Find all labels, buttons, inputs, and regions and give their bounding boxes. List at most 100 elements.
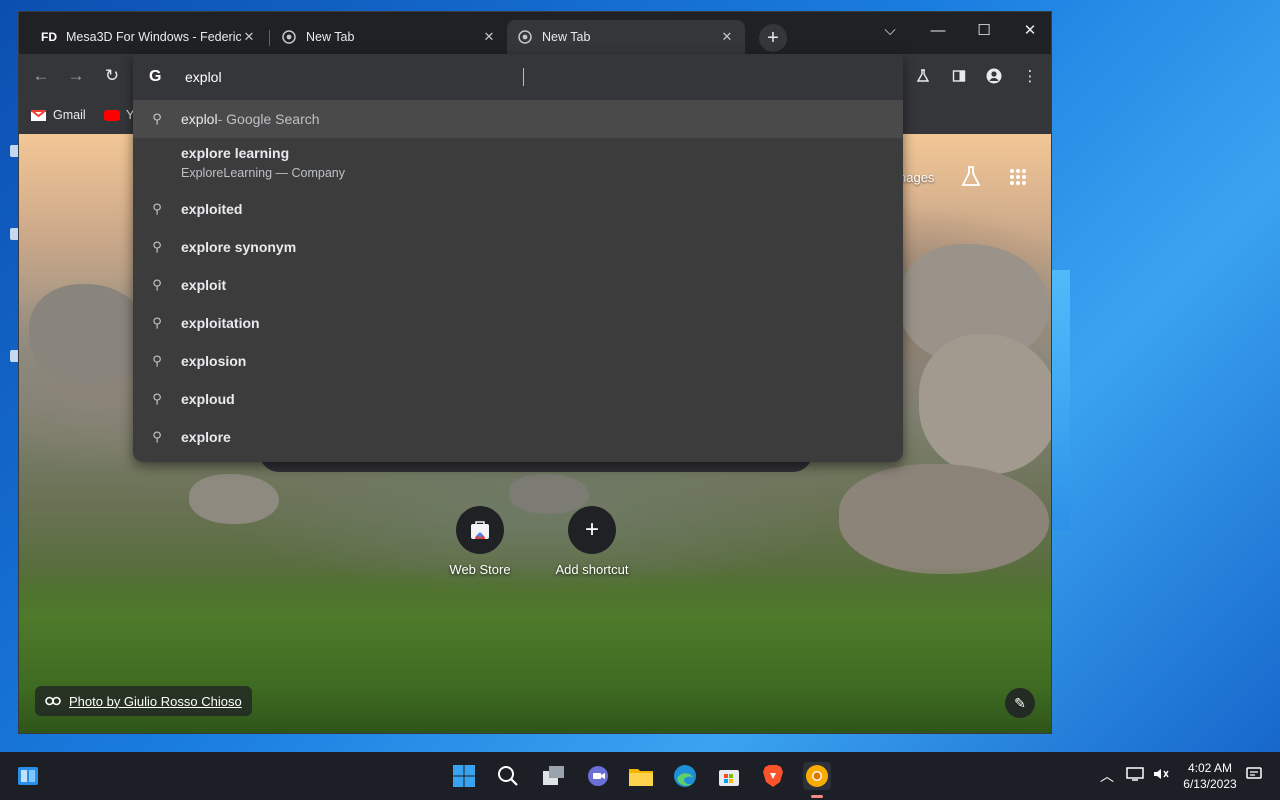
widgets-icon[interactable] bbox=[14, 762, 42, 790]
link-icon bbox=[45, 694, 61, 709]
tab-separator bbox=[269, 30, 270, 46]
menu-icon[interactable]: ⋮ bbox=[1018, 64, 1042, 88]
google-g-icon: G bbox=[149, 68, 162, 85]
rock-decor bbox=[839, 464, 1049, 574]
search-icon: ⚲ bbox=[152, 353, 162, 368]
notification-icon[interactable] bbox=[1246, 766, 1262, 785]
labs-flask-icon[interactable] bbox=[961, 166, 981, 193]
file-explorer-icon[interactable] bbox=[627, 762, 655, 790]
microsoft-store-icon[interactable] bbox=[715, 762, 743, 790]
forward-button[interactable]: → bbox=[64, 64, 88, 88]
gmail-icon bbox=[31, 109, 46, 121]
tab-strip: FD Mesa3D For Windows - Federico D ✕ New… bbox=[19, 12, 1051, 54]
chevron-up-icon[interactable]: ︿ bbox=[1100, 766, 1114, 786]
rock-decor bbox=[189, 474, 279, 524]
suggestion-subtitle: ExploreLearning — Company bbox=[181, 166, 345, 180]
search-icon: ⚲ bbox=[152, 429, 162, 444]
suggestion-text: explore synonym bbox=[181, 239, 297, 255]
suggestion-item[interactable]: ⚲ explore synonym bbox=[133, 228, 903, 266]
omnibox-input-row[interactable]: G explol bbox=[133, 54, 903, 100]
brave-browser-icon[interactable] bbox=[759, 762, 787, 790]
suggestion-text: explosion bbox=[181, 353, 247, 369]
profile-icon[interactable] bbox=[982, 64, 1006, 88]
suggestion-text: exploitation bbox=[181, 315, 260, 331]
clock-date: 6/13/2023 bbox=[1183, 777, 1237, 791]
system-clock[interactable]: 4:02 AM 6/13/2023 bbox=[1180, 760, 1240, 792]
web-store-icon bbox=[456, 506, 504, 554]
suggestion-google-search[interactable]: ⚲ explol - Google Search bbox=[133, 100, 903, 138]
start-windows-icon[interactable] bbox=[450, 762, 478, 790]
maximize-button[interactable]: ☐ bbox=[961, 16, 1007, 44]
suggestion-item[interactable]: ⚲ explosion bbox=[133, 342, 903, 380]
images-link[interactable]: nages bbox=[899, 170, 934, 185]
flask-icon[interactable] bbox=[911, 64, 935, 88]
suggestion-text: explol bbox=[181, 111, 218, 127]
tab-new-tab-1[interactable]: New Tab ✕ bbox=[271, 20, 507, 54]
explorelearning-logo-icon bbox=[133, 145, 181, 160]
task-view-icon[interactable] bbox=[540, 762, 568, 790]
tab-search-chevron-icon[interactable]: ⌵ bbox=[867, 16, 913, 44]
search-icon: ⚲ bbox=[152, 315, 162, 330]
side-panel-icon[interactable] bbox=[947, 64, 971, 88]
desktop-accent bbox=[1050, 270, 1070, 530]
photo-credit-link[interactable]: Photo by Giulio Rosso Chioso bbox=[35, 686, 252, 716]
apps-grid-icon[interactable] bbox=[1009, 168, 1027, 191]
suggestion-explore-learning[interactable]: explore learning ExploreLearning — Compa… bbox=[133, 138, 903, 190]
search-icon: ⚲ bbox=[152, 391, 162, 406]
chrome-icon bbox=[281, 29, 297, 45]
browser-window: FD Mesa3D For Windows - Federico D ✕ New… bbox=[18, 11, 1052, 734]
suggestion-item[interactable]: ⚲ exploited bbox=[133, 190, 903, 228]
text-cursor-icon bbox=[523, 68, 524, 86]
suggestion-text: exploud bbox=[181, 391, 235, 407]
taskbar: ︿ 4:02 AM 6/13/2023 bbox=[0, 752, 1280, 800]
suggestion-text: explore learning bbox=[181, 145, 290, 161]
suggestion-suffix: - Google Search bbox=[217, 111, 320, 127]
suggestion-item[interactable]: ⚲ explore bbox=[133, 418, 903, 456]
close-window-button[interactable]: ✕ bbox=[1007, 16, 1051, 44]
reload-button[interactable]: ↻ bbox=[100, 64, 124, 88]
bookmark-gmail[interactable]: Gmail bbox=[31, 108, 86, 122]
rock-decor bbox=[919, 334, 1051, 474]
bookmark-youtube[interactable]: Y bbox=[104, 108, 134, 122]
omnibox-input[interactable]: explol bbox=[185, 69, 222, 85]
search-icon[interactable] bbox=[494, 762, 522, 790]
volume-muted-icon[interactable] bbox=[1152, 766, 1170, 785]
tab-title: New Tab bbox=[542, 30, 591, 44]
teams-chat-icon[interactable] bbox=[584, 762, 612, 790]
back-button[interactable]: ← bbox=[29, 64, 53, 88]
search-icon: ⚲ bbox=[152, 201, 162, 216]
suggestion-item[interactable]: ⚲ exploit bbox=[133, 266, 903, 304]
suggestion-item[interactable]: ⚲ exploitation bbox=[133, 304, 903, 342]
suggestion-item[interactable]: ⚲ exploud bbox=[133, 380, 903, 418]
tab-title: New Tab bbox=[306, 30, 355, 44]
tab-mesa3d[interactable]: FD Mesa3D For Windows - Federico D ✕ bbox=[31, 20, 267, 54]
suggestion-text: explore bbox=[181, 429, 231, 445]
shortcut-web-store[interactable]: Web Store bbox=[435, 506, 525, 577]
tab-close-icon[interactable]: ✕ bbox=[241, 29, 257, 45]
tab-close-icon[interactable]: ✕ bbox=[719, 29, 735, 45]
shortcut-label: Web Store bbox=[449, 562, 511, 577]
suggestion-text: exploited bbox=[181, 201, 243, 217]
network-icon[interactable] bbox=[1126, 766, 1144, 785]
suggestion-text: exploit bbox=[181, 277, 227, 293]
tab-new-tab-2[interactable]: New Tab ✕ bbox=[507, 20, 745, 54]
search-icon: ⚲ bbox=[152, 277, 162, 292]
search-icon: ⚲ bbox=[152, 239, 162, 254]
bookmark-label: Gmail bbox=[53, 108, 86, 122]
youtube-icon bbox=[104, 109, 120, 121]
running-indicator bbox=[811, 795, 823, 798]
shortcut-add[interactable]: + Add shortcut bbox=[547, 506, 637, 577]
tab-title: Mesa3D For Windows - Federico D bbox=[66, 30, 241, 44]
chrome-icon bbox=[517, 29, 533, 45]
photo-credit-text: Photo by Giulio Rosso Chioso bbox=[69, 693, 242, 709]
customize-pencil-icon[interactable]: ✎ bbox=[1005, 688, 1035, 718]
rock-decor bbox=[29, 284, 149, 384]
new-tab-button[interactable]: + bbox=[759, 24, 787, 52]
minimize-button[interactable]: — bbox=[915, 16, 961, 44]
plus-icon: + bbox=[568, 506, 616, 554]
edge-browser-icon[interactable] bbox=[671, 762, 699, 790]
fd-favicon-icon: FD bbox=[41, 30, 57, 44]
chrome-canary-icon[interactable] bbox=[803, 762, 831, 790]
search-icon: ⚲ bbox=[152, 111, 162, 126]
tab-close-icon[interactable]: ✕ bbox=[481, 29, 497, 45]
